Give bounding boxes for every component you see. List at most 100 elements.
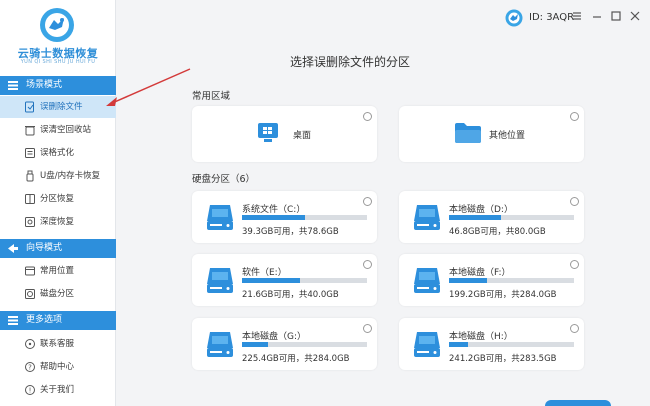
drive-usage-bar xyxy=(242,278,367,283)
sidebar-item-label: 关于我们 xyxy=(40,385,75,395)
sidebar-item-help-center[interactable]: ? 帮助中心 xyxy=(0,356,116,378)
menu-icon[interactable] xyxy=(570,9,584,23)
disk-icon xyxy=(25,289,35,299)
drive-usage-bar xyxy=(242,342,367,347)
drive-usage-fill xyxy=(242,278,300,283)
section-wizard-mode: 向导模式 xyxy=(0,239,116,258)
annotation-arrow-icon xyxy=(106,68,191,106)
location-label: 桌面 xyxy=(293,131,312,141)
hard-drive-icon xyxy=(414,205,440,230)
svg-text:!: ! xyxy=(29,387,32,395)
folder-icon xyxy=(455,123,481,143)
usb-icon xyxy=(26,170,34,182)
radio-button[interactable] xyxy=(570,260,579,269)
sidebar-item-label: 误删除文件 xyxy=(40,102,83,112)
logo-subtitle: YUN QI SHI SHU JU HUI FU xyxy=(20,59,96,65)
more-options-icon xyxy=(8,316,18,325)
logo: 云骑士数据恢复 YUN QI SHI SHU JU HUI FU xyxy=(0,0,116,72)
sidebar-item-common-locations[interactable]: 常用位置 xyxy=(0,260,116,282)
recycle-bin-icon xyxy=(25,126,35,136)
drive-card[interactable]: 软件（E:） 21.6GB可用，共40.0GB xyxy=(192,254,377,306)
close-icon[interactable] xyxy=(628,9,642,23)
partition-icon xyxy=(25,194,35,204)
drive-card[interactable]: 本地磁盘（D:） 46.8GB可用，共80.0GB xyxy=(399,191,584,243)
radio-button[interactable] xyxy=(363,260,372,269)
drive-capacity: 225.4GB可用，共284.0GB xyxy=(242,354,350,364)
drive-name: 本地磁盘（H:） xyxy=(449,332,513,342)
sidebar-item-usb-card[interactable]: U盘/内存卡恢复 xyxy=(0,165,116,187)
sidebar-item-partition[interactable]: 分区恢复 xyxy=(0,188,116,210)
drive-capacity: 46.8GB可用，共80.0GB xyxy=(449,227,546,237)
drive-usage-fill xyxy=(449,215,501,220)
scene-mode-icon xyxy=(8,81,18,90)
drive-name: 本地磁盘（G:） xyxy=(242,332,307,342)
desktop-icon xyxy=(258,123,278,142)
user-avatar-icon xyxy=(505,9,523,27)
sidebar: 云骑士数据恢复 YUN QI SHI SHU JU HUI FU 场景模式 误删… xyxy=(0,0,116,406)
drive-capacity: 199.2GB可用，共284.0GB xyxy=(449,290,557,300)
sidebar-item-label: 分区恢复 xyxy=(40,194,75,204)
next-button[interactable] xyxy=(545,400,611,406)
drive-capacity: 241.2GB可用，共283.5GB xyxy=(449,354,557,364)
sidebar-item-about-us[interactable]: ! 关于我们 xyxy=(0,379,116,401)
drive-card[interactable]: 系统文件（C:） 39.3GB可用，共78.6GB xyxy=(192,191,377,243)
sidebar-item-contact-support[interactable]: 联系客服 xyxy=(0,333,116,355)
drive-card[interactable]: 本地磁盘（F:） 199.2GB可用，共284.0GB xyxy=(399,254,584,306)
drive-usage-fill xyxy=(242,215,305,220)
deep-scan-icon xyxy=(25,217,35,227)
headset-icon xyxy=(25,339,35,349)
help-icon: ? xyxy=(25,362,35,372)
hard-drive-icon xyxy=(207,332,233,357)
drive-name: 系统文件（C:） xyxy=(242,205,306,215)
location-card-other[interactable]: 其他位置 xyxy=(399,106,584,162)
drive-capacity: 21.6GB可用，共40.0GB xyxy=(242,290,339,300)
sidebar-item-label: 误格式化 xyxy=(40,148,75,158)
sidebar-item-label: 帮助中心 xyxy=(40,362,75,372)
app-window: 云骑士数据恢复 YUN QI SHI SHU JU HUI FU 场景模式 误删… xyxy=(0,0,650,406)
logo-icon xyxy=(40,8,74,42)
drive-usage-fill xyxy=(242,342,269,347)
sidebar-item-deep-recovery[interactable]: 深度恢复 xyxy=(0,211,116,233)
sidebar-item-deleted-files[interactable]: 误删除文件 xyxy=(0,96,116,118)
drive-card[interactable]: 本地磁盘（H:） 241.2GB可用，共283.5GB xyxy=(399,318,584,370)
maximize-icon[interactable] xyxy=(609,9,623,23)
hard-drive-icon xyxy=(414,332,440,357)
file-restore-icon xyxy=(25,101,34,113)
section-scene-mode: 场景模式 xyxy=(0,76,116,95)
section-more-options: 更多选项 xyxy=(0,311,116,330)
sidebar-item-recycle-bin[interactable]: 误清空回收站 xyxy=(0,119,116,141)
section-label: 向导模式 xyxy=(26,243,63,253)
sidebar-item-label: 磁盘分区 xyxy=(40,289,75,299)
location-card-desktop[interactable]: 桌面 xyxy=(192,106,377,162)
sidebar-item-label: 常用位置 xyxy=(40,266,75,276)
section-label: 场景模式 xyxy=(26,80,63,90)
location-icon xyxy=(25,266,35,276)
drive-card[interactable]: 本地磁盘（G:） 225.4GB可用，共284.0GB xyxy=(192,318,377,370)
drive-capacity: 39.3GB可用，共78.6GB xyxy=(242,227,339,237)
radio-button[interactable] xyxy=(363,112,372,121)
sidebar-item-disk-partition[interactable]: 磁盘分区 xyxy=(0,283,116,305)
svg-text:?: ? xyxy=(28,364,32,372)
hard-drive-icon xyxy=(207,268,233,293)
hard-drive-icon xyxy=(414,268,440,293)
format-icon xyxy=(25,148,35,158)
location-label: 其他位置 xyxy=(489,131,526,141)
drive-usage-bar xyxy=(449,342,574,347)
radio-button[interactable] xyxy=(570,324,579,333)
radio-button[interactable] xyxy=(363,197,372,206)
drive-name: 本地磁盘（D:） xyxy=(449,205,513,215)
minimize-icon[interactable] xyxy=(590,9,604,23)
user-id: ID: 3AQR xyxy=(529,12,575,23)
sidebar-item-label: 深度恢复 xyxy=(40,217,75,227)
sidebar-item-format[interactable]: 误格式化 xyxy=(0,142,116,164)
radio-button[interactable] xyxy=(570,112,579,121)
drive-usage-fill xyxy=(449,342,468,347)
info-icon: ! xyxy=(25,385,35,395)
section-label: 更多选项 xyxy=(26,315,63,325)
drive-usage-bar xyxy=(242,215,367,220)
disk-partition-label: 硬盘分区（6） xyxy=(192,174,256,185)
radio-button[interactable] xyxy=(570,197,579,206)
radio-button[interactable] xyxy=(363,324,372,333)
drive-name: 本地磁盘（F:） xyxy=(449,268,511,278)
page-title: 选择误删除文件的分区 xyxy=(290,55,411,69)
